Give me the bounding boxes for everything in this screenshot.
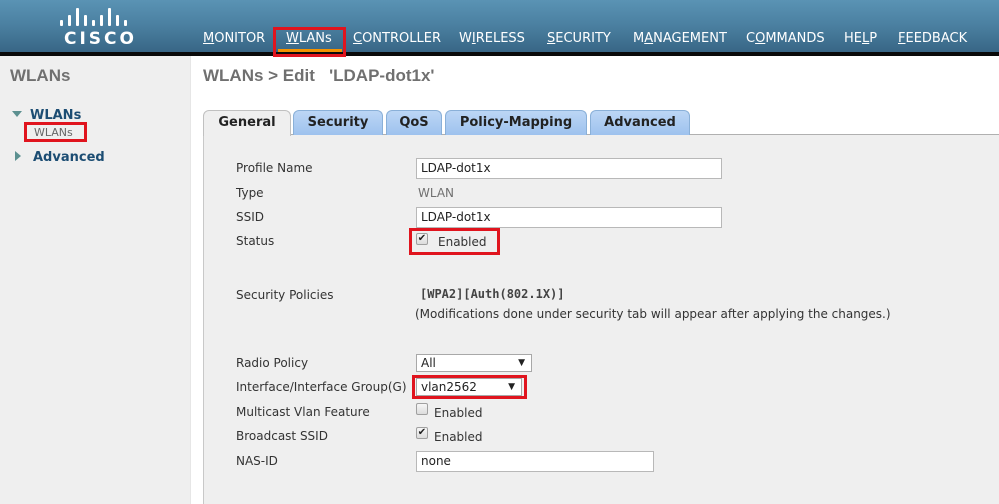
sidebar: WLANs WLANs WLANs Advanced bbox=[0, 56, 191, 504]
ssid-input[interactable]: LDAP-dot1x bbox=[416, 207, 722, 228]
broadcast-ssid-checkbox[interactable]: ✔ bbox=[416, 427, 428, 439]
cisco-logo: CISCO bbox=[58, 6, 137, 49]
tab-security[interactable]: Security bbox=[293, 110, 383, 135]
nav-wireless[interactable]: WIRELESS bbox=[459, 30, 525, 48]
nav-controller[interactable]: CONTROLLER bbox=[353, 30, 441, 48]
ssid-label: SSID bbox=[236, 210, 265, 224]
nav-management[interactable]: MANAGEMENT bbox=[633, 30, 727, 48]
collapsed-triangle-icon bbox=[15, 150, 21, 161]
nav-help[interactable]: HELP bbox=[844, 30, 877, 48]
status-enabled-label: Enabled bbox=[438, 235, 487, 249]
top-header: CISCO MONITOR WLANs CONTROLLER WIRELESS … bbox=[0, 0, 999, 52]
nav-feedback[interactable]: FEEDBACK bbox=[898, 30, 967, 48]
nav-commands[interactable]: COMMANDS bbox=[746, 30, 825, 48]
expanded-triangle-icon bbox=[12, 110, 22, 117]
interface-label: Interface/Interface Group(G) bbox=[236, 380, 407, 394]
nav-monitor[interactable]: MONITOR bbox=[203, 30, 265, 48]
broadcast-ssid-label: Broadcast SSID bbox=[236, 429, 328, 443]
dropdown-arrow-icon: ▼ bbox=[508, 382, 515, 392]
nav-wlans[interactable]: WLANs bbox=[286, 30, 332, 48]
sidebar-item-wlans[interactable]: WLANs bbox=[34, 126, 73, 139]
profile-name-label: Profile Name bbox=[236, 161, 313, 175]
radio-policy-select[interactable]: All ▼ bbox=[416, 354, 532, 372]
type-value: WLAN bbox=[418, 186, 455, 200]
tab-policy-mapping[interactable]: Policy-Mapping bbox=[445, 110, 587, 135]
tab-general[interactable]: General bbox=[203, 110, 291, 136]
sidebar-group-wlans[interactable]: WLANs bbox=[12, 108, 81, 123]
security-policies-label: Security Policies bbox=[236, 288, 334, 302]
sidebar-group-advanced[interactable]: Advanced bbox=[12, 150, 105, 165]
security-policies-value: [WPA2][Auth(802.1X)] bbox=[420, 287, 565, 301]
logo-text: CISCO bbox=[64, 29, 137, 49]
status-label: Status bbox=[236, 234, 275, 248]
profile-name-input[interactable]: LDAP-dot1x bbox=[416, 158, 722, 179]
sidebar-title: WLANs bbox=[10, 66, 71, 85]
status-enabled-checkbox[interactable]: ✔ bbox=[416, 233, 428, 245]
page-title: WLANs > Edit 'LDAP-dot1x' bbox=[203, 66, 435, 85]
cisco-bars-icon bbox=[60, 6, 132, 26]
nas-id-input[interactable]: none bbox=[416, 451, 654, 472]
nas-id-label: NAS-ID bbox=[236, 454, 278, 468]
multicast-vlan-label: Multicast Vlan Feature bbox=[236, 405, 370, 419]
radio-policy-label: Radio Policy bbox=[236, 356, 309, 370]
multicast-vlan-checkbox[interactable] bbox=[416, 403, 428, 415]
tab-advanced[interactable]: Advanced bbox=[590, 110, 690, 135]
tab-qos[interactable]: QoS bbox=[386, 110, 442, 135]
type-label: Type bbox=[236, 186, 264, 200]
multicast-vlan-enabled-label: Enabled bbox=[434, 406, 483, 420]
nav-security[interactable]: SECURITY bbox=[547, 30, 611, 48]
dropdown-arrow-icon: ▼ bbox=[518, 358, 525, 368]
broadcast-ssid-enabled-label: Enabled bbox=[434, 430, 483, 444]
security-policies-note: (Modifications done under security tab w… bbox=[415, 307, 891, 321]
interface-select[interactable]: vlan2562 ▼ bbox=[416, 378, 522, 396]
